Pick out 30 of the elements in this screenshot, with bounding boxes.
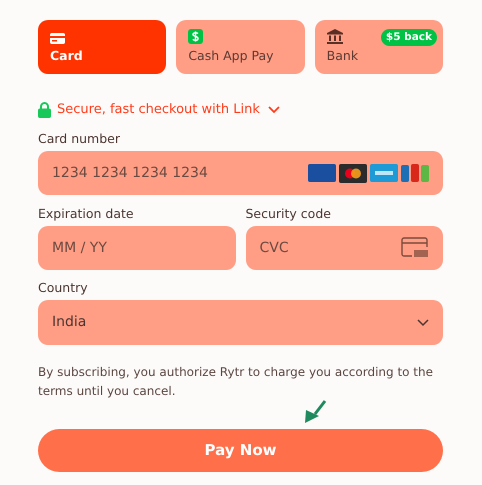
chevron-down-icon <box>417 318 429 326</box>
terms-text: By subscribing, you authorize Rytr to charge you according to the terms until you cancel. <box>38 364 434 400</box>
card-brand-icon <box>401 164 429 182</box>
link-checkout-link[interactable]: Secure, fast checkout with Link <box>57 100 260 120</box>
dollar-icon <box>188 28 204 44</box>
payment-method-tab[interactable]: Card <box>38 20 166 74</box>
expiration-field[interactable]: MM / YY <box>38 226 236 270</box>
pointer-arrow <box>305 400 326 423</box>
expiration-input[interactable]: MM / YY <box>52 238 222 258</box>
security-code-input[interactable]: CVC <box>260 238 401 258</box>
field-label: Expiration date <box>38 205 135 223</box>
card-number-input[interactable]: 1234 1234 1234 1234 <box>52 162 308 184</box>
pay-now-button[interactable]: Pay Now <box>38 429 443 472</box>
card-icon <box>50 32 65 44</box>
cvc-card-icon <box>401 237 429 259</box>
card-number-field[interactable]: 1234 1234 1234 1234 <box>38 151 443 195</box>
chevron-down-icon[interactable] <box>268 106 280 114</box>
card-brand-icon <box>339 164 367 182</box>
security-code-field[interactable]: CVC <box>246 226 443 270</box>
cashback-badge: $5 back <box>380 29 437 46</box>
field-label: Country <box>38 279 89 297</box>
card-brand-icon <box>370 164 398 182</box>
bank-icon <box>326 28 343 44</box>
field-label: Security code <box>246 205 332 223</box>
field-label: Card number <box>38 130 122 148</box>
lock-icon <box>38 102 51 118</box>
card-brand-icon <box>308 164 336 182</box>
payment-method-tab[interactable]: Bank $5 back <box>314 20 443 74</box>
country-select[interactable]: India <box>38 300 443 345</box>
payment-method-tab[interactable]: Cash App Pay <box>176 20 305 74</box>
